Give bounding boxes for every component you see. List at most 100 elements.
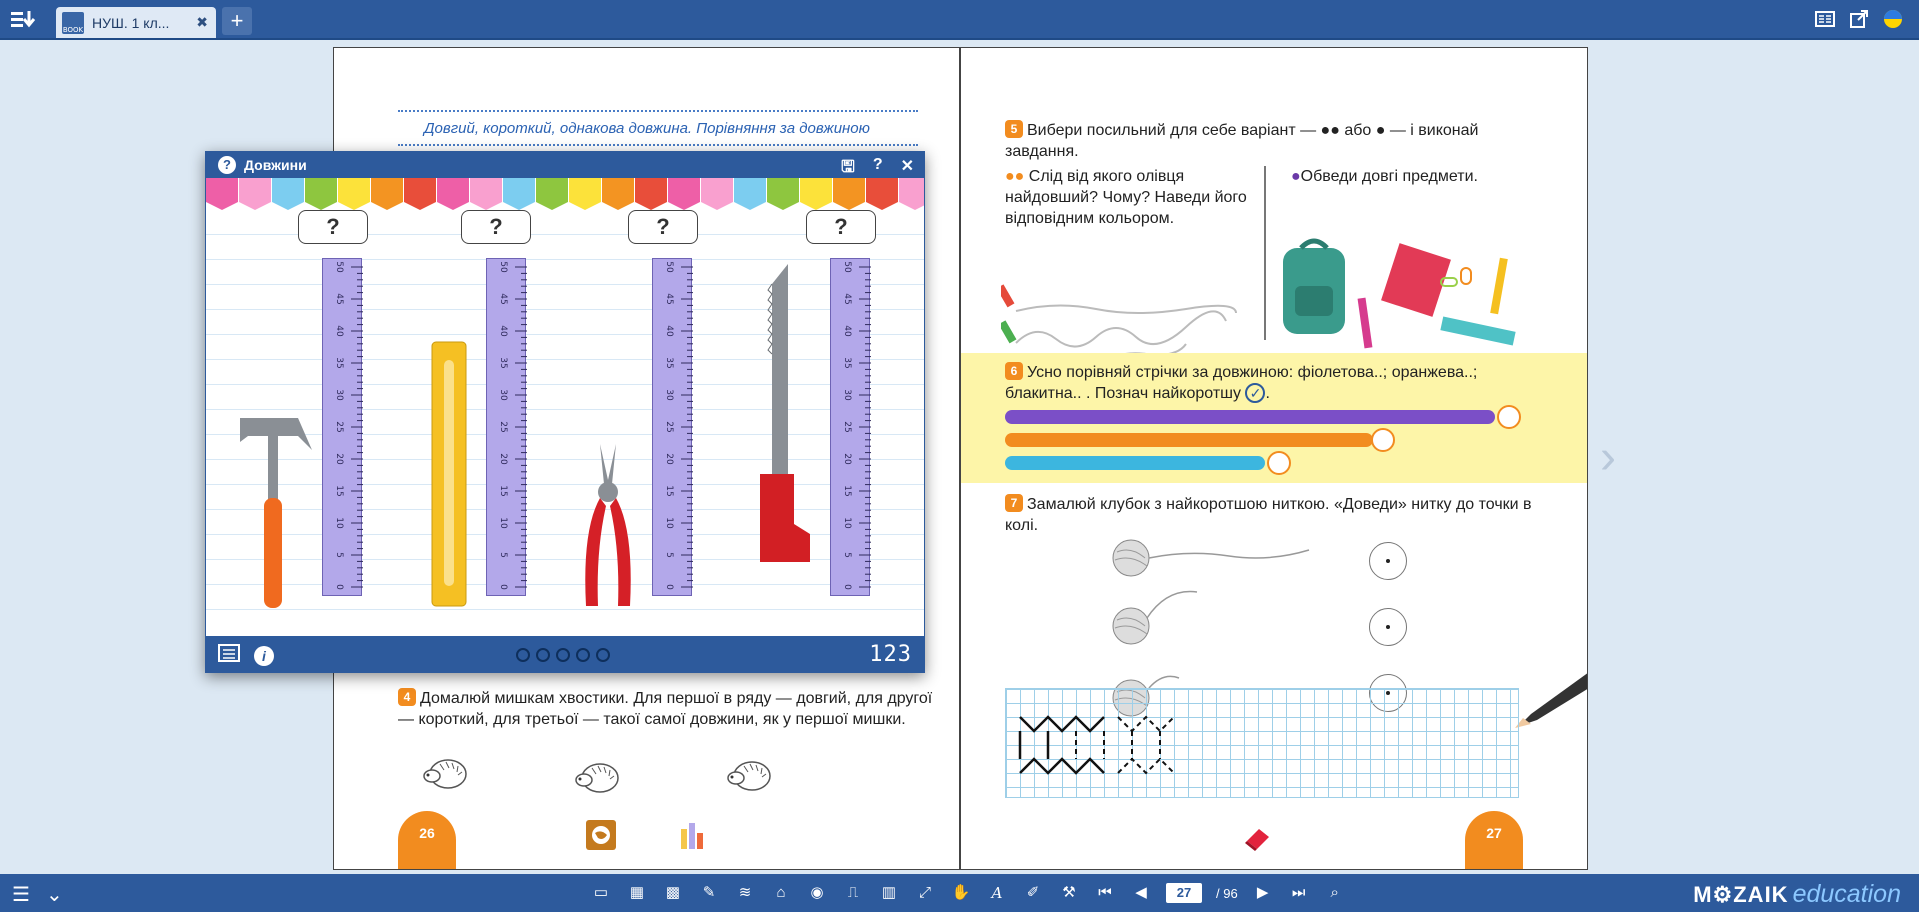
- download-menu-icon[interactable]: [10, 8, 36, 32]
- task-5: 5 Вибери посильний для себе варіант — ●● …: [1005, 120, 1545, 162]
- notes-icon[interactable]: ✎: [698, 883, 720, 903]
- chevron-down-icon[interactable]: ⌄: [46, 882, 63, 907]
- rulers-resource-icon[interactable]: [678, 821, 706, 851]
- flag-decoration: [338, 178, 370, 210]
- flag-decoration: [305, 178, 337, 210]
- mozaik-logo: M⚙ZAIK education: [1693, 880, 1901, 908]
- hand-tool-icon[interactable]: ✋: [950, 883, 972, 903]
- reader-view-icon[interactable]: [1815, 9, 1835, 29]
- presentation-icon[interactable]: ⎍: [842, 883, 864, 903]
- book-icon: BOOK: [62, 11, 84, 34]
- answer-box[interactable]: ?: [298, 210, 368, 244]
- answer-box[interactable]: ?: [461, 210, 531, 244]
- ruler-tick-label: 45: [334, 293, 344, 304]
- text-tool-icon[interactable]: A: [986, 883, 1008, 903]
- ruler-tick-label: 25: [334, 421, 344, 432]
- page-number-input[interactable]: 27: [1166, 883, 1202, 903]
- divider: [1264, 166, 1266, 340]
- ruler-tick-label: 40: [664, 325, 674, 337]
- tab-book[interactable]: BOOK НУШ. 1 кл... ✖: [56, 7, 216, 38]
- bottom-toolbar: ☰ ⌄ ▭ ▦ ▩ ✎ ≋ ⌂ ◉ ⎍ ▥ ⤢ ✋ A ✐ ⚒ ⏮ ◀ 27 /…: [0, 874, 1919, 912]
- decorative-flags-garland: [206, 178, 924, 210]
- level-dots-icon: ●●: [1005, 168, 1025, 185]
- answer-circle[interactable]: [1497, 405, 1521, 429]
- next-page-icon[interactable]: ▶: [1252, 883, 1274, 903]
- task-5a: ●● Слід від якого олівця найдовший? Чому…: [1005, 166, 1255, 229]
- last-page-icon[interactable]: ⏭: [1288, 883, 1310, 903]
- ruler-tick-label: 50: [664, 261, 674, 273]
- fit-screen-icon[interactable]: ⤢: [914, 883, 936, 903]
- top-bar: BOOK НУШ. 1 кл... ✖ +: [0, 0, 1919, 40]
- ruler-tick-label: 10: [664, 517, 674, 529]
- ruler-tick-label: 0: [334, 584, 344, 590]
- ruler: 50 45 40 35 30 25 20 15 10 5 0: [652, 258, 693, 596]
- target-circle[interactable]: [1369, 608, 1407, 646]
- flag-decoration: [899, 178, 924, 210]
- answer-circle[interactable]: [1267, 451, 1291, 475]
- whiteboard-icon[interactable]: ▭: [590, 883, 612, 903]
- add-tab-button[interactable]: +: [222, 7, 252, 35]
- task-number-badge: 7: [1005, 494, 1023, 512]
- info-icon[interactable]: i: [254, 645, 274, 666]
- pagination-dot[interactable]: [516, 648, 530, 662]
- open-external-icon[interactable]: [1849, 9, 1869, 29]
- pagination-dot[interactable]: [556, 648, 570, 662]
- answer-circle[interactable]: [1371, 428, 1395, 452]
- first-page-icon[interactable]: ⏮: [1094, 883, 1116, 903]
- globe-resource-icon[interactable]: [586, 820, 616, 850]
- museum-icon[interactable]: ⌂: [770, 883, 792, 903]
- pagination-dot[interactable]: [576, 648, 590, 662]
- tab-close-icon[interactable]: ✖: [196, 14, 208, 31]
- ukraine-flag-icon[interactable]: [1883, 9, 1903, 29]
- divider: [398, 144, 918, 146]
- tools-icon[interactable]: ⚒: [1058, 883, 1080, 903]
- answer-box[interactable]: ?: [806, 210, 876, 244]
- ruler-tick-label: 25: [664, 421, 674, 432]
- ruler-tick-label: 40: [334, 325, 344, 337]
- ruler-tick-label: 15: [842, 485, 852, 496]
- pagination-dot[interactable]: [536, 648, 550, 662]
- previous-page-icon[interactable]: ◀: [1130, 883, 1152, 903]
- hammer-image: [240, 418, 312, 608]
- ruler: 50 45 40 35 30 25 20 15 10 5 0: [322, 258, 363, 596]
- marker-icon[interactable]: ✐: [1022, 883, 1044, 903]
- flag-decoration: [833, 178, 865, 210]
- ruler-tick-label: 20: [498, 453, 508, 465]
- task-number-badge: 5: [1005, 120, 1023, 138]
- grid-icon[interactable]: ▩: [662, 883, 684, 903]
- flag-decoration: [569, 178, 601, 210]
- popup-footer: i 123: [206, 636, 924, 672]
- hamburger-menu-icon[interactable]: ☰: [12, 882, 30, 907]
- help-circle-icon: ?: [218, 156, 236, 174]
- zoom-icon[interactable]: ⌕: [1324, 883, 1346, 903]
- popup-header: ? Довжини 🖫 ? ✕: [206, 152, 924, 178]
- record-icon[interactable]: ◉: [806, 883, 828, 903]
- layers-icon[interactable]: ≋: [734, 883, 756, 903]
- flag-decoration: [602, 178, 634, 210]
- page-number: 26: [398, 811, 456, 869]
- ruler-tick-label: 40: [498, 325, 508, 337]
- gallery-icon[interactable]: ▦: [626, 883, 648, 903]
- ruler-tick-label: 35: [334, 357, 344, 368]
- double-page-icon[interactable]: ▥: [878, 883, 900, 903]
- task-6-text: Усно порівняй стрічки за довжиною: фіоле…: [1005, 364, 1478, 402]
- flag-decoration: [536, 178, 568, 210]
- pliers-image: [585, 444, 631, 606]
- eraser-resource-icon[interactable]: [1243, 823, 1273, 853]
- answer-box[interactable]: ?: [628, 210, 698, 244]
- ruler-tick-label: 30: [498, 389, 508, 401]
- ruler-tick-label: 50: [498, 261, 508, 273]
- ruler-tick-label: 35: [498, 357, 508, 368]
- ruler-tick-label: 25: [498, 421, 508, 432]
- ruler-tick-label: 10: [842, 517, 852, 529]
- pagination-dots[interactable]: [516, 648, 610, 662]
- target-circle[interactable]: [1369, 542, 1407, 580]
- pagination-dot[interactable]: [596, 648, 610, 662]
- next-page-arrow-icon[interactable]: ›: [1600, 430, 1616, 485]
- hedgehog-image: [575, 763, 619, 793]
- tab-title: НУШ. 1 кл...: [92, 14, 170, 31]
- flag-decoration: [635, 178, 667, 210]
- list-view-icon[interactable]: [218, 643, 240, 668]
- ruler-tick-label: 45: [498, 293, 508, 304]
- ruler-tick-label: 30: [334, 389, 344, 401]
